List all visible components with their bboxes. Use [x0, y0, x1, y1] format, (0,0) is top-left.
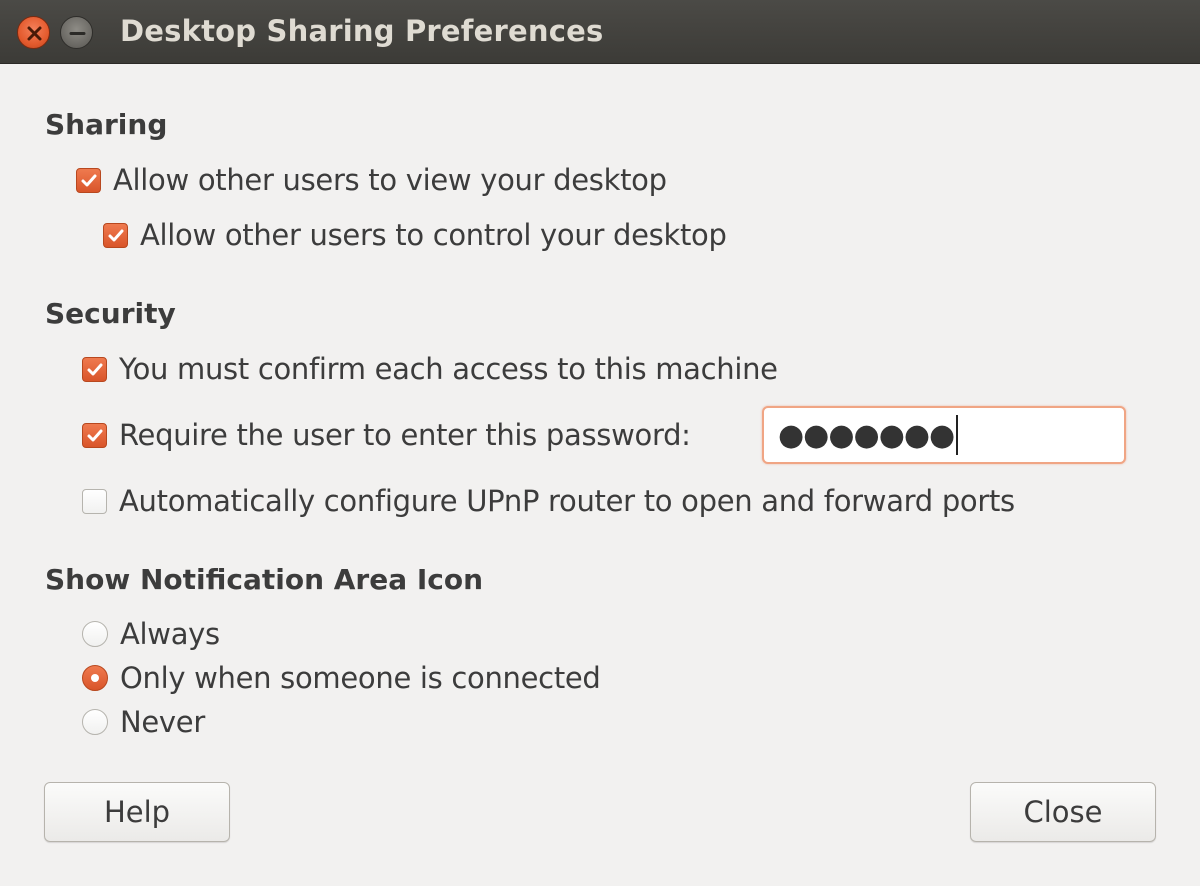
checkmark-icon [108, 229, 124, 241]
radio-always[interactable] [82, 621, 108, 647]
minimize-icon [69, 32, 86, 35]
upnp-checkbox-row[interactable]: Automatically configure UPnP router to o… [82, 481, 1015, 521]
help-button[interactable]: Help [44, 782, 230, 842]
radio-connected-row[interactable]: Only when someone is connected [82, 658, 601, 698]
confirm-access-checkbox[interactable] [82, 356, 107, 382]
close-button[interactable]: Close [970, 782, 1156, 842]
upnp-checkbox[interactable] [82, 488, 107, 514]
checkmark-icon [81, 174, 97, 186]
desktop-sharing-window: Desktop Sharing Preferences Sharing Allo… [0, 0, 1200, 886]
allow-view-checkbox-row[interactable]: Allow other users to view your desktop [76, 160, 667, 200]
upnp-label: Automatically configure UPnP router to o… [119, 484, 1015, 518]
confirm-access-label: You must confirm each access to this mac… [119, 352, 778, 386]
confirm-access-checkbox-row[interactable]: You must confirm each access to this mac… [82, 349, 778, 389]
require-password-checkbox[interactable] [82, 422, 107, 448]
radio-never-label: Never [120, 705, 205, 739]
checkmark-icon [87, 429, 103, 441]
text-caret [956, 415, 959, 455]
title-bar: Desktop Sharing Preferences [0, 0, 1200, 64]
radio-never[interactable] [82, 709, 108, 735]
sharing-heading: Sharing [45, 108, 168, 141]
radio-connected-label: Only when someone is connected [120, 661, 601, 695]
window-minimize-button[interactable] [60, 16, 93, 49]
allow-view-checkbox[interactable] [76, 167, 101, 193]
checkmark-icon [87, 363, 103, 375]
radio-always-row[interactable]: Always [82, 614, 220, 654]
radio-never-row[interactable]: Never [82, 702, 205, 742]
close-icon [27, 26, 42, 41]
window-title: Desktop Sharing Preferences [120, 14, 604, 48]
password-input[interactable]: ●●●●●●● [762, 406, 1126, 464]
require-password-checkbox-row[interactable]: Require the user to enter this password: [82, 415, 691, 455]
radio-only-when-connected[interactable] [82, 665, 108, 691]
radio-always-label: Always [120, 617, 220, 651]
require-password-label: Require the user to enter this password: [119, 418, 691, 452]
security-heading: Security [45, 297, 176, 330]
allow-control-checkbox-row[interactable]: Allow other users to control your deskto… [103, 215, 727, 255]
password-masked-value: ●●●●●●● [778, 417, 955, 453]
allow-control-label: Allow other users to control your deskto… [140, 218, 727, 252]
allow-control-checkbox[interactable] [103, 222, 128, 248]
notification-heading: Show Notification Area Icon [45, 563, 484, 596]
window-close-button[interactable] [17, 16, 50, 49]
allow-view-label: Allow other users to view your desktop [113, 163, 667, 197]
